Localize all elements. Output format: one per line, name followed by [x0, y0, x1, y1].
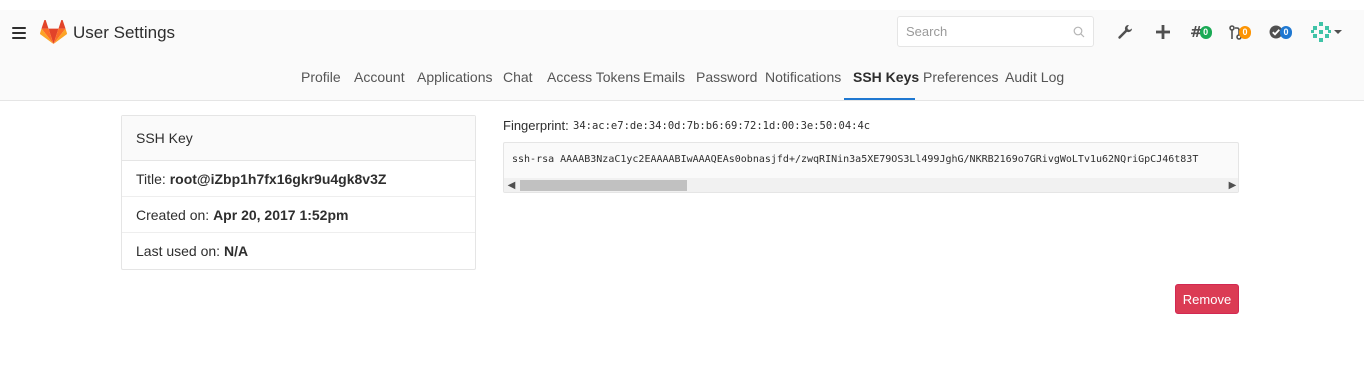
gitlab-logo[interactable]	[40, 20, 67, 45]
key-title-label: Title:	[136, 171, 166, 187]
fingerprint-value: 34:ac:e7:de:34:0d:7b:b6:69:72:1d:00:3e:5…	[573, 120, 871, 132]
tab-applications[interactable]: Applications	[417, 69, 493, 101]
plus-icon[interactable]	[1156, 22, 1170, 42]
avatar	[1311, 22, 1331, 42]
search-icon	[1073, 26, 1085, 38]
horizontal-scrollbar[interactable]: ◀ ▶	[504, 178, 1238, 192]
top-navbar: User Settings # 0 0 0	[0, 10, 1364, 101]
scroll-right-icon[interactable]: ▶	[1225, 178, 1238, 192]
key-title-value: root@iZbp1h7fx16gkr9u4gk8v3Z	[169, 171, 387, 187]
tab-ssh-keys[interactable]: SSH Keys	[853, 69, 919, 101]
chevron-down-icon	[1334, 30, 1342, 34]
hamburger-icon[interactable]	[12, 27, 26, 39]
tab-emails[interactable]: Emails	[643, 69, 685, 101]
todos-count-badge: 0	[1280, 25, 1292, 39]
merge-requests-button[interactable]: 0	[1229, 22, 1251, 42]
created-on-value: Apr 20, 2017 1:52pm	[213, 207, 349, 223]
ssh-key-panel: SSH Key Title: root@iZbp1h7fx16gkr9u4gk8…	[121, 115, 476, 270]
created-on-row: Created on: Apr 20, 2017 1:52pm	[122, 197, 475, 233]
tab-password[interactable]: Password	[696, 69, 757, 101]
tab-chat[interactable]: Chat	[503, 69, 533, 101]
remove-button[interactable]: Remove	[1175, 284, 1239, 314]
fingerprint-label: Fingerprint:	[503, 118, 569, 133]
merge-requests-count-badge: 0	[1239, 25, 1251, 39]
key-title-row: Title: root@iZbp1h7fx16gkr9u4gk8v3Z	[122, 161, 475, 197]
last-used-value: N/A	[223, 243, 249, 259]
tab-preferences[interactable]: Preferences	[923, 69, 998, 101]
user-menu[interactable]	[1310, 22, 1342, 42]
tab-account[interactable]: Account	[354, 69, 405, 101]
scrollbar-thumb[interactable]	[520, 180, 687, 191]
created-on-label: Created on:	[136, 207, 210, 223]
tab-access-tokens[interactable]: Access Tokens	[547, 69, 640, 101]
public-key-text: ssh-rsa AAAAB3NzaC1yc2EAAAABIwAAAQEAs0ob…	[512, 154, 1199, 165]
todos-button[interactable]: 0	[1269, 22, 1292, 42]
wrench-icon[interactable]	[1117, 22, 1133, 42]
public-key-box[interactable]: ssh-rsa AAAAB3NzaC1yc2EAAAABIwAAAQEAs0ob…	[503, 142, 1239, 193]
tab-notifications[interactable]: Notifications	[765, 69, 841, 101]
tab-audit-log[interactable]: Audit Log	[1005, 69, 1064, 101]
issues-count-badge: 0	[1199, 25, 1212, 39]
scroll-left-icon[interactable]: ◀	[504, 178, 519, 192]
issues-button[interactable]: # 0	[1190, 22, 1212, 42]
page-title: User Settings	[73, 23, 176, 42]
panel-title: SSH Key	[122, 116, 475, 161]
tab-profile[interactable]: Profile	[301, 69, 341, 101]
last-used-label: Last used on:	[136, 243, 221, 259]
search-input[interactable]	[897, 16, 1094, 47]
settings-tabs: Profile Account Applications Chat Access…	[0, 69, 1364, 101]
active-tab-indicator	[844, 98, 915, 100]
last-used-row: Last used on: N/A	[122, 233, 475, 269]
